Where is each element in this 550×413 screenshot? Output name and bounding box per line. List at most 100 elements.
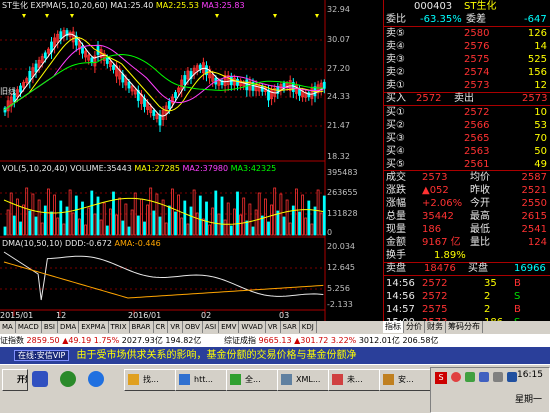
weibi-label: 委比 [386, 14, 406, 25]
index-ticker: 证指数 2859.50 ▲49.19 1.75% 2027.93亿 194.82… [0, 334, 550, 347]
indicator-tab-bsi[interactable]: BSI [42, 321, 58, 333]
volume-bar [22, 204, 26, 236]
volume-bar [298, 211, 301, 236]
taskbar-window-0[interactable]: 找... [124, 369, 176, 391]
indicator-tab-sar[interactable]: SAR [281, 321, 300, 333]
dma-header: DMA(10,50,10) DDD:-0.672 AMA:-0.446 [2, 238, 161, 249]
sell-level-label: 卖③ [386, 54, 405, 65]
window-title: 全... [245, 375, 261, 384]
dma-axis-3: 5.256 [327, 284, 350, 293]
volume-bar [322, 195, 326, 236]
indicator-tab-asi[interactable]: ASI [203, 321, 220, 333]
neipan-label: 买盘 [468, 263, 488, 274]
comp-change: ▲301.72 [294, 336, 329, 345]
volume-bar [19, 221, 22, 236]
indicator-tab-wvad[interactable]: WVAD [239, 321, 266, 333]
desktop-icon[interactable] [32, 371, 48, 387]
volume-bar [174, 211, 177, 236]
sell-level-label: 卖⑤ [386, 28, 405, 39]
stock-name: ST生化 [464, 1, 497, 12]
candle-body [90, 57, 94, 63]
main-header: ST生化 EXPMA(5,10,20,60) MA1:25.40 MA2:25.… [2, 0, 245, 11]
tick-row: 14:56 2572 35 B [384, 277, 550, 290]
indicator-tab-macd[interactable]: MACD [16, 321, 42, 333]
taskbar-window-2[interactable]: 全... [226, 369, 278, 391]
indicator-tab-ma[interactable]: MA [0, 321, 16, 333]
kline-chart-svg[interactable] [0, 0, 382, 321]
kline-chart-area[interactable]: ST生化 EXPMA(5,10,20,60) MA1:25.40 MA2:25.… [0, 0, 382, 321]
taskbar-window-3[interactable]: XML... [277, 369, 329, 391]
indicator-tab-brar[interactable]: BRAR [130, 321, 154, 333]
buy-volume: 53 [534, 120, 547, 131]
news-tag[interactable]: 在线:安信VIP [14, 350, 70, 361]
panel-tab-0[interactable]: 指标 [383, 321, 404, 333]
candle-body [105, 57, 109, 64]
start-button[interactable]: 开始 [2, 369, 28, 391]
tray-icon-4[interactable] [493, 372, 503, 382]
volume-bar [198, 195, 202, 236]
stat-value-2: 2550 [521, 198, 547, 209]
panel-tab-2[interactable]: 财务 [425, 321, 446, 333]
tray-icon-1[interactable] [451, 372, 461, 382]
price-axis-3: 27.20 [327, 64, 350, 73]
indicator-tab-vr[interactable]: VR [168, 321, 183, 333]
volume-bar [201, 218, 205, 236]
tray-icon-2[interactable] [465, 372, 475, 382]
sell-volume: 14 [534, 41, 547, 52]
tick-row: 14:57 2575 2 B [384, 303, 550, 316]
tick-price: 2575 [422, 304, 448, 315]
sell-level-label: 卖④ [386, 41, 405, 52]
weibi-row: 委比 -63.35% 委差 -647 [384, 13, 550, 26]
stat-value-2: 2541 [521, 224, 547, 235]
index-value: 2859.50 [26, 336, 60, 345]
candle-body [167, 101, 171, 109]
news-scroll-bar[interactable]: 在线:安信VIP 由于受市场供求关系的影响，基金份额的交易价格与基金份额净 [0, 347, 550, 364]
candle-body [59, 31, 63, 40]
tray-icon-3[interactable] [479, 372, 489, 382]
news-text[interactable]: 由于受市场供求关系的影响，基金份额的交易价格与基金份额净 [77, 350, 357, 361]
weicha-value: -647 [524, 14, 547, 25]
indicator-tab-strip: MA MACD BSI DMA EXPMA TRIX BRAR CR VR OBV ASI EMV WV… [0, 321, 383, 334]
volume-bar [301, 194, 305, 236]
comp-name: 综证成指 [223, 336, 256, 345]
panel-tab-3[interactable]: 筹码分布 [446, 321, 483, 333]
tray-icon-5[interactable] [507, 372, 517, 382]
sell-volume: 126 [527, 28, 547, 39]
comp-amount: 3012.01亿 [358, 336, 400, 345]
stat-value-2: 2587 [521, 172, 547, 183]
panel-tab-1[interactable]: 分价 [404, 321, 425, 333]
candle-body [236, 79, 239, 86]
indicator-tab-cr[interactable]: CR [154, 321, 169, 333]
indicator-tab-kdj[interactable]: KDJ [300, 321, 317, 333]
volume-header: VOL(5,10,20,40) VOLUME:35443 MA1:27285 M… [2, 163, 276, 174]
volume-bar [152, 210, 156, 236]
window-title: 找... [143, 375, 159, 384]
indicator-tab-expma[interactable]: EXPMA [79, 321, 109, 333]
indicator-tab-dma[interactable]: DMA [58, 321, 80, 333]
buyin-value: 2572 [416, 93, 442, 104]
volume-bar [139, 198, 143, 236]
candle-body [34, 63, 38, 73]
vol-axis-4: 0 [327, 228, 333, 237]
indicator-tab-vr[interactable]: VR [266, 321, 281, 333]
indicator-tab-obv[interactable]: OBV [183, 321, 203, 333]
taskbar-window-5[interactable]: 安... [379, 369, 431, 391]
stat-value: ▲052 [422, 185, 449, 196]
volume-bar [56, 217, 60, 236]
clock-time[interactable]: 16:15 [517, 370, 543, 380]
volume-bar [40, 222, 44, 236]
ie-icon[interactable] [88, 371, 104, 387]
neipan-value: 16966 [514, 263, 546, 274]
volume-bar [208, 224, 212, 236]
ime-icon[interactable]: S [435, 372, 447, 384]
indicator-tab-emv[interactable]: EMV [219, 321, 240, 333]
indicator-tab-trix[interactable]: TRIX [109, 321, 130, 333]
taskbar-window-1[interactable]: htt... [175, 369, 227, 391]
volume-bar [31, 193, 35, 236]
app-icon[interactable] [60, 371, 76, 387]
comp-pct: 3.22% [330, 336, 357, 345]
buy-row: 买④ 2563 50 [384, 145, 550, 158]
stat-value: +2.06% [422, 198, 463, 209]
stat-row: 成交 2573 均价 2587 [384, 171, 550, 184]
taskbar-window-4[interactable]: 未... [328, 369, 380, 391]
